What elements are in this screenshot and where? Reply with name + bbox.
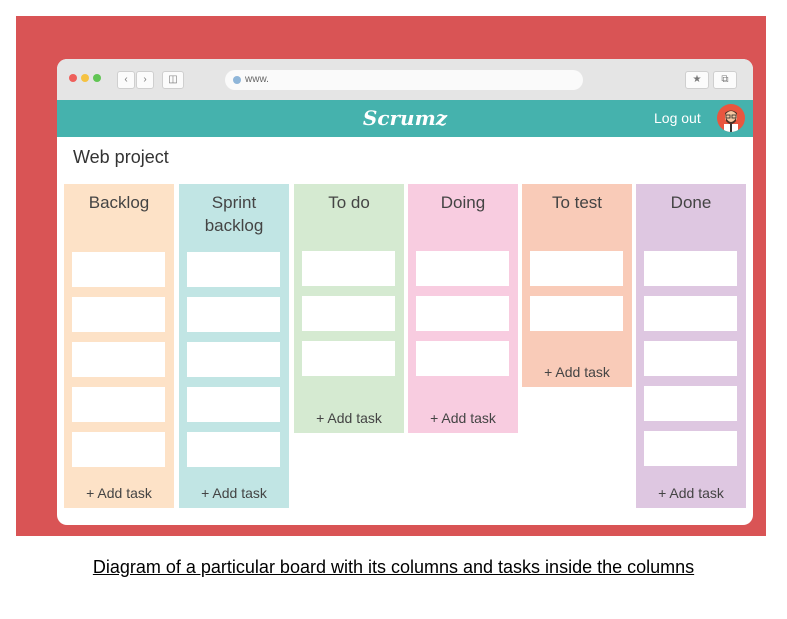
board-column: Backlog + Add task	[64, 184, 174, 508]
board-column: Done + Add task	[636, 184, 746, 508]
diagram-frame: ‹ › ◫ www. ★ ⧉ Scrumz Log out Web projec…	[16, 16, 766, 536]
avatar[interactable]	[717, 104, 745, 132]
close-dot[interactable]	[69, 74, 77, 82]
task-card[interactable]	[72, 387, 165, 422]
bookmark-star-icon[interactable]: ★	[685, 71, 709, 89]
board-column: Sprint backlog + Add task	[179, 184, 289, 508]
task-card[interactable]	[644, 251, 737, 286]
board-title: Web project	[73, 147, 169, 167]
board-column: To test + Add task	[522, 184, 632, 387]
column-title: To test	[551, 193, 603, 212]
task-card[interactable]	[72, 342, 165, 377]
column-title: Sprint backlog	[204, 193, 264, 235]
new-window-icon[interactable]: ⧉	[713, 71, 737, 89]
app-header: Scrumz Log out	[57, 100, 753, 137]
task-card[interactable]	[72, 297, 165, 332]
task-card[interactable]	[187, 342, 280, 377]
task-card[interactable]	[187, 297, 280, 332]
add-task-button[interactable]: + Add task	[522, 364, 632, 380]
task-card[interactable]	[530, 251, 623, 286]
add-task-button[interactable]: + Add task	[64, 485, 174, 501]
task-card[interactable]	[72, 432, 165, 467]
board-column: To do + Add task	[294, 184, 404, 433]
task-card[interactable]	[72, 252, 165, 287]
add-task-button[interactable]: + Add task	[179, 485, 289, 501]
task-card[interactable]	[187, 252, 280, 287]
column-title: Done	[670, 193, 712, 212]
task-card[interactable]	[302, 341, 395, 376]
logout-link[interactable]: Log out	[654, 110, 701, 126]
task-card[interactable]	[187, 387, 280, 422]
task-card[interactable]	[302, 251, 395, 286]
add-task-button[interactable]: + Add task	[294, 410, 404, 426]
site-icon	[233, 76, 241, 84]
browser-window: ‹ › ◫ www. ★ ⧉ Scrumz Log out Web projec…	[57, 59, 753, 525]
figure-caption: Diagram of a particular board with its c…	[92, 557, 695, 577]
task-card[interactable]	[416, 341, 509, 376]
app-logo: Scrumz	[362, 106, 448, 130]
task-card[interactable]	[644, 341, 737, 376]
back-button[interactable]: ‹	[117, 71, 135, 89]
browser-toolbar: ‹ › ◫ www. ★ ⧉	[57, 59, 753, 100]
sidebar-toggle-icon[interactable]: ◫	[162, 71, 184, 89]
column-title: Backlog	[88, 193, 150, 212]
task-card[interactable]	[644, 386, 737, 421]
task-card[interactable]	[644, 296, 737, 331]
task-card[interactable]	[187, 432, 280, 467]
minimize-dot[interactable]	[81, 74, 89, 82]
task-card[interactable]	[644, 431, 737, 466]
url-text: www.	[245, 74, 269, 85]
add-task-button[interactable]: + Add task	[408, 410, 518, 426]
task-card[interactable]	[302, 296, 395, 331]
add-task-button[interactable]: + Add task	[636, 485, 746, 501]
task-card[interactable]	[416, 251, 509, 286]
task-card[interactable]	[530, 296, 623, 331]
task-card[interactable]	[416, 296, 509, 331]
address-bar[interactable]: www.	[225, 70, 583, 90]
forward-button[interactable]: ›	[136, 71, 154, 89]
column-title: To do	[328, 193, 370, 212]
column-title: Doing	[440, 193, 486, 212]
maximize-dot[interactable]	[93, 74, 101, 82]
board-column: Doing + Add task	[408, 184, 518, 433]
